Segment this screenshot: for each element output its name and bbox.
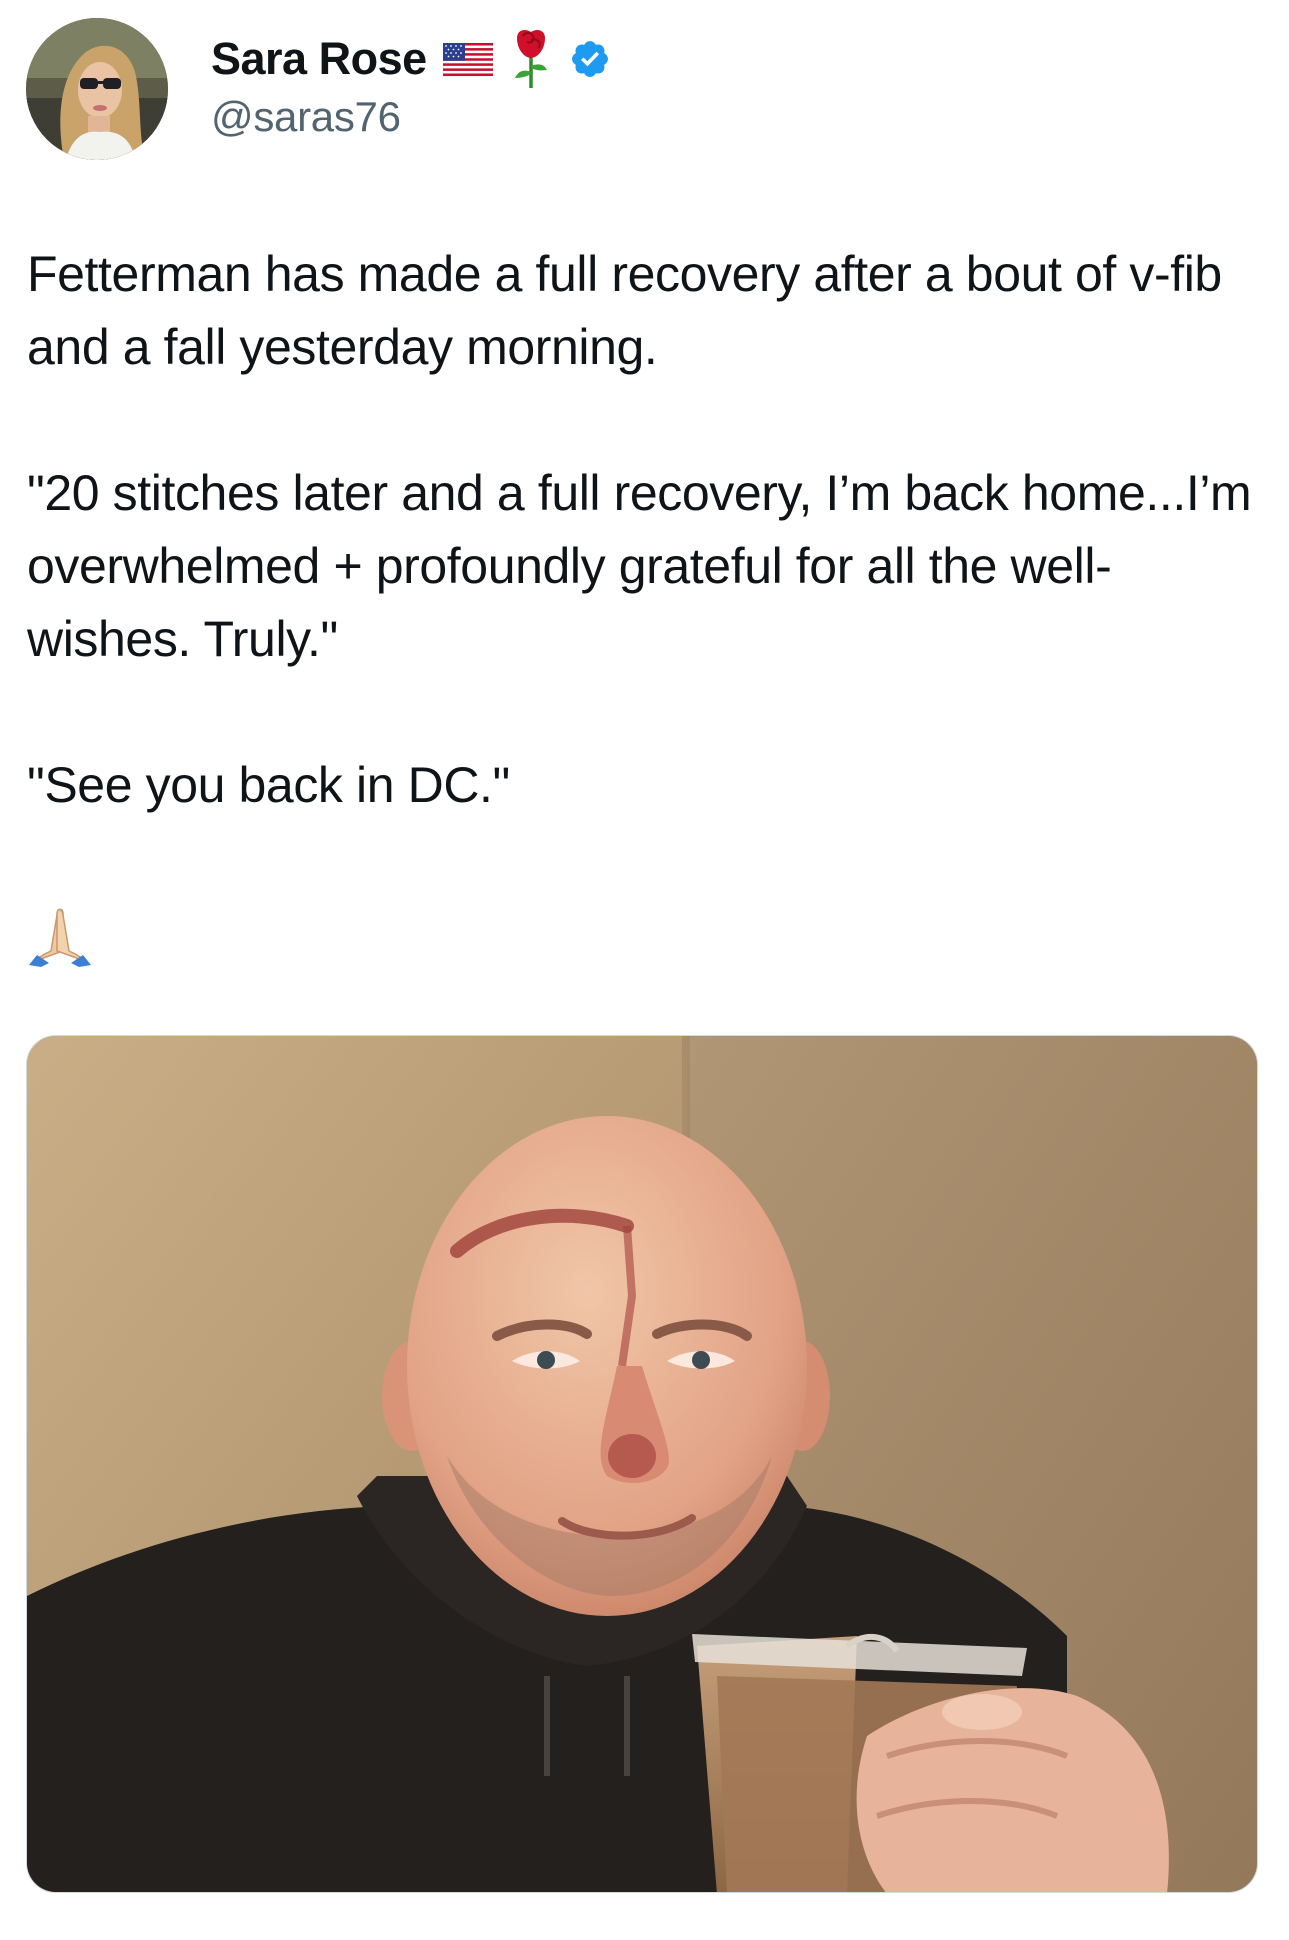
author-info: Sara Rose @saras76 <box>211 29 611 141</box>
tweet-paragraph-3: "See you back in DC." <box>27 757 510 813</box>
tweet[interactable]: Sara Rose @saras76 Fetterman has made a … <box>0 0 1289 1940</box>
us-flag-icon <box>442 42 493 76</box>
author-handle[interactable]: @saras76 <box>211 93 611 141</box>
avatar[interactable] <box>26 18 168 160</box>
tweet-text: Fetterman has made a full recovery after… <box>27 238 1257 822</box>
folded-hands-icon <box>27 905 93 967</box>
avatar-image <box>26 18 168 160</box>
tweet-photo[interactable] <box>26 1035 1258 1893</box>
rose-icon <box>511 28 551 90</box>
name-row: Sara Rose <box>211 29 611 89</box>
verified-badge-icon <box>569 38 611 80</box>
photo-image <box>27 1036 1257 1892</box>
tweet-header: Sara Rose @saras76 <box>26 17 611 161</box>
display-name[interactable]: Sara Rose <box>211 33 427 85</box>
tweet-paragraph-2: "20 stitches later and a full recovery, … <box>27 465 1252 667</box>
tweet-paragraph-1: Fetterman has made a full recovery after… <box>27 246 1222 375</box>
